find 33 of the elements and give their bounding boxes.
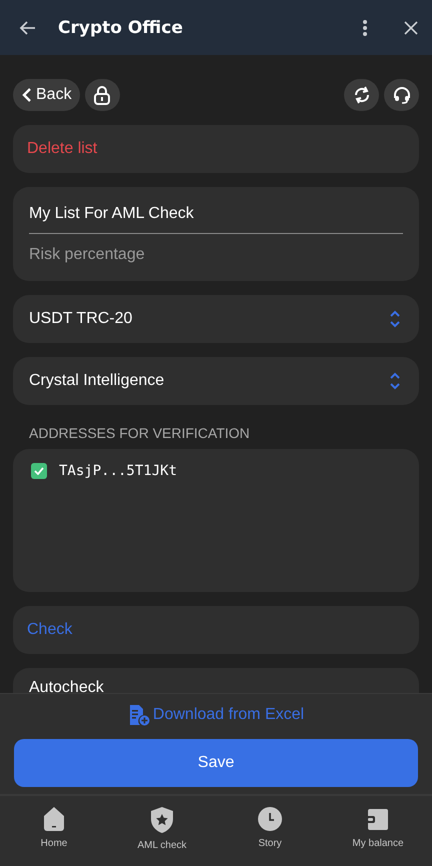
save-button[interactable]: Save bbox=[14, 739, 418, 787]
chevron-left-icon bbox=[22, 87, 32, 103]
risk-percentage-field[interactable]: Risk percentage bbox=[13, 234, 419, 281]
list-name-field[interactable]: My List For AML Check bbox=[13, 187, 419, 234]
document-plus-icon bbox=[128, 704, 150, 726]
back-button[interactable]: Back bbox=[13, 79, 80, 111]
wallet-address: TAsjP...5T1JKt bbox=[59, 463, 178, 479]
autocheck-row[interactable]: Autocheck bbox=[13, 668, 419, 693]
nav-item[interactable]: Home bbox=[9, 806, 99, 849]
home-icon bbox=[41, 806, 67, 832]
clock-icon bbox=[257, 806, 283, 832]
shield-star-icon bbox=[149, 806, 175, 834]
select-field[interactable]: USDT TRC-20 bbox=[13, 295, 419, 343]
autocheck-label: Autocheck bbox=[29, 679, 104, 693]
window-title: Crypto Office bbox=[58, 18, 184, 38]
headset-icon bbox=[392, 86, 410, 104]
checkmark-icon bbox=[34, 467, 44, 475]
nav-item[interactable]: AML check bbox=[117, 806, 207, 851]
chevron-updown-icon bbox=[389, 372, 401, 390]
select-field[interactable]: Crystal Intelligence bbox=[13, 357, 419, 405]
nav-item[interactable]: Story bbox=[225, 806, 315, 849]
lock-button[interactable] bbox=[84, 79, 120, 111]
support-button[interactable] bbox=[384, 79, 419, 111]
nav-item[interactable]: My balance bbox=[333, 806, 423, 849]
refresh-icon bbox=[352, 86, 370, 104]
checkbox[interactable] bbox=[31, 463, 47, 479]
more-menu-icon[interactable] bbox=[362, 18, 368, 36]
chevron-updown-icon bbox=[389, 310, 401, 328]
wallet-icon bbox=[365, 806, 391, 832]
padlock-icon bbox=[93, 85, 112, 105]
refresh-button[interactable] bbox=[344, 79, 379, 111]
close-icon[interactable] bbox=[404, 20, 418, 34]
section-heading: ADDRESSES FOR VERIFICATION bbox=[29, 425, 251, 441]
